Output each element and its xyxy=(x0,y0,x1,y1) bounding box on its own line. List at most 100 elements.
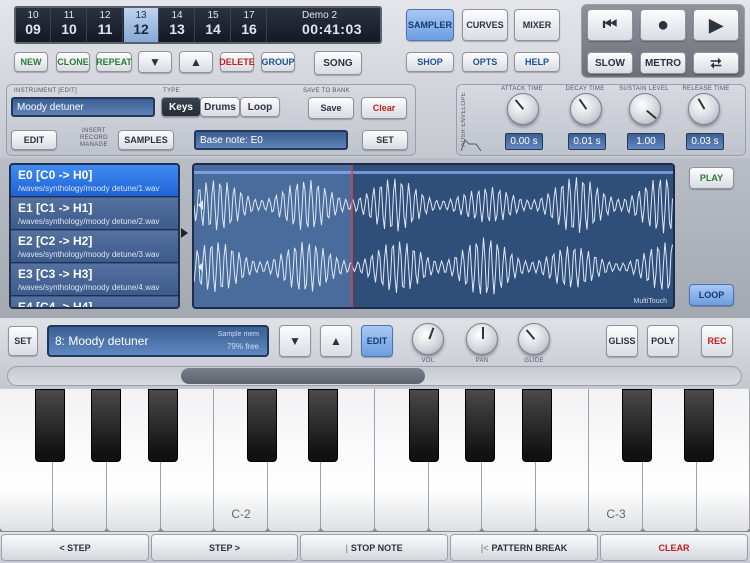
new-pattern-button[interactable]: NEW xyxy=(14,52,48,72)
attack-value: 0.00 s xyxy=(505,133,543,150)
pattern-cell[interactable]: 11 10 xyxy=(52,8,87,42)
save-to-bank-label: SAVE TO BANK xyxy=(303,88,350,94)
pattern-cell[interactable]: 17 16 xyxy=(232,8,267,42)
release-knob[interactable] xyxy=(688,93,720,125)
sample-list-item[interactable]: E1 [C1 -> H1]/waves/synthology/moody det… xyxy=(11,198,178,230)
sample-list-item-selected[interactable]: E0 [C0 -> H0]/waves/synthology/moody det… xyxy=(11,165,178,197)
break-icon: |< xyxy=(480,542,489,553)
insert-record-manage-label: INSERT RECORD MANAGE xyxy=(80,128,108,148)
set-instrument-button[interactable]: SET xyxy=(8,326,38,356)
sample-list-item[interactable]: E3 [C3 -> H3]/waves/synthology/moody det… xyxy=(11,264,178,296)
pattern-break-button[interactable]: |< PATTERN BREAK xyxy=(450,534,598,561)
bottom-toolbar: < STEP STEP > | STOP NOTE |< PATTERN BREAK… xyxy=(0,532,750,563)
edit-samples-button[interactable]: EDIT xyxy=(11,130,57,150)
decay-label: DECAY TIME xyxy=(565,86,605,92)
black-key[interactable] xyxy=(247,389,277,462)
opts-button[interactable]: OPTS xyxy=(462,52,508,72)
shop-button[interactable]: SHOP xyxy=(406,52,454,72)
black-key[interactable] xyxy=(684,389,714,462)
sample-list[interactable]: E0 [C0 -> H0]/waves/synthology/moody det… xyxy=(9,163,180,309)
edit-instrument-button[interactable]: EDIT xyxy=(361,325,393,357)
curves-tab[interactable]: CURVES xyxy=(462,9,508,41)
type-loop-button[interactable]: Loop xyxy=(240,97,280,117)
triangle-up-icon: ▲ xyxy=(330,334,342,348)
repeat-pattern-button[interactable]: REPEAT xyxy=(96,52,132,72)
delete-pattern-button[interactable]: DELETE xyxy=(219,52,255,72)
repeat-icon: ⮂ xyxy=(710,54,722,71)
decay-knob[interactable] xyxy=(570,93,602,125)
save-button[interactable]: Save xyxy=(308,97,354,119)
sustain-value: 1.00 xyxy=(627,133,665,150)
clone-pattern-button[interactable]: CLONE xyxy=(56,52,90,72)
pattern-cell[interactable]: 10 09 xyxy=(16,8,51,42)
sustain-label: SUSTAIN LEVEL xyxy=(619,86,669,92)
attack-knob[interactable] xyxy=(507,93,539,125)
decay-value: 0.01 s xyxy=(568,133,606,150)
metro-button[interactable]: METRO xyxy=(640,52,686,74)
next-step-button[interactable]: STEP > xyxy=(151,534,298,561)
song-name: Demo 2 xyxy=(302,10,338,21)
pan-knob[interactable] xyxy=(466,323,498,355)
rewind-button[interactable]: ⏮ xyxy=(587,9,633,41)
pattern-sequencer[interactable]: 10 09 11 10 12 11 13 12 14 13 15 14 17 16 Demo … xyxy=(14,6,382,44)
instrument-label: INSTRUMENT [EDIT] xyxy=(14,88,77,94)
play-sample-button[interactable]: PLAY xyxy=(689,167,734,189)
clear-pattern-button[interactable]: CLEAR xyxy=(600,534,748,561)
triangle-up-icon: ▲ xyxy=(190,55,202,69)
sample-list-item[interactable]: E2 [C2 -> H2]/waves/synthology/moody det… xyxy=(11,231,178,263)
black-key[interactable] xyxy=(465,389,495,462)
set-base-note-button[interactable]: SET xyxy=(362,130,408,150)
black-key[interactable] xyxy=(409,389,439,462)
black-key[interactable] xyxy=(35,389,65,462)
waveform-graphic xyxy=(194,165,673,307)
gliss-button[interactable]: GLISS xyxy=(606,325,638,357)
pattern-cell[interactable]: 15 14 xyxy=(196,8,231,42)
rec-button[interactable]: REC xyxy=(701,325,733,357)
black-key[interactable] xyxy=(308,389,338,462)
record-button[interactable]: ● xyxy=(640,9,686,41)
volume-label: VOL xyxy=(421,358,435,364)
play-button[interactable]: ▶ xyxy=(693,9,739,41)
black-key[interactable] xyxy=(91,389,121,462)
group-pattern-button[interactable]: GROUP xyxy=(261,52,295,72)
release-label: RELEASE TIME xyxy=(682,86,730,92)
type-label: TYPE xyxy=(163,88,180,94)
clear-button[interactable]: Clear xyxy=(361,97,407,119)
sample-mem-value: 79% free xyxy=(226,342,259,351)
sample-mem-label: Sample mem xyxy=(217,331,259,338)
preset-down-button[interactable]: ▼ xyxy=(279,325,311,357)
bar-icon: | xyxy=(345,542,348,553)
mixer-tab[interactable]: MIXER xyxy=(514,9,560,41)
loop-sample-button[interactable]: LOOP xyxy=(689,284,734,306)
loop-mode-button[interactable]: ⮂ xyxy=(693,52,739,74)
piano-keyboard[interactable]: C-2 C-3 xyxy=(0,389,750,532)
type-keys-button[interactable]: Keys xyxy=(161,97,201,117)
keyboard-scroll-thumb[interactable] xyxy=(181,368,425,384)
slow-button[interactable]: SLOW xyxy=(587,52,633,74)
type-drums-button[interactable]: Drums xyxy=(200,97,240,117)
poly-button[interactable]: POLY xyxy=(647,325,679,357)
pattern-cell[interactable]: 14 13 xyxy=(160,8,195,42)
pattern-cell[interactable]: 12 11 xyxy=(88,8,123,42)
black-key[interactable] xyxy=(148,389,178,462)
previous-step-button[interactable]: < STEP xyxy=(1,534,149,561)
base-note-field[interactable]: Base note: E0 xyxy=(194,130,348,150)
samples-button[interactable]: SAMPLES xyxy=(118,130,174,150)
waveform-view[interactable]: MultiTouch xyxy=(192,163,675,309)
help-button[interactable]: HELP xyxy=(514,52,560,72)
volume-knob[interactable] xyxy=(412,323,444,355)
song-button[interactable]: SONG xyxy=(314,51,362,75)
black-key[interactable] xyxy=(522,389,552,462)
sample-list-item[interactable]: E4 [C4 -> H4] xyxy=(11,297,178,307)
stop-note-button[interactable]: | STOP NOTE xyxy=(300,534,448,561)
preset-up-button[interactable]: ▲ xyxy=(320,325,352,357)
instrument-name-field[interactable]: Moody detuner xyxy=(11,97,155,117)
glide-knob[interactable] xyxy=(518,323,550,355)
move-up-button[interactable]: ▲ xyxy=(179,51,213,73)
sustain-knob[interactable] xyxy=(629,93,661,125)
sampler-tab[interactable]: SAMPLER xyxy=(406,9,454,41)
black-key[interactable] xyxy=(622,389,652,462)
preset-display[interactable]: 8: Moody detuner Sample mem 79% free xyxy=(47,325,269,357)
move-down-button[interactable]: ▼ xyxy=(138,51,172,73)
pattern-cell-selected[interactable]: 13 12 xyxy=(124,8,159,42)
